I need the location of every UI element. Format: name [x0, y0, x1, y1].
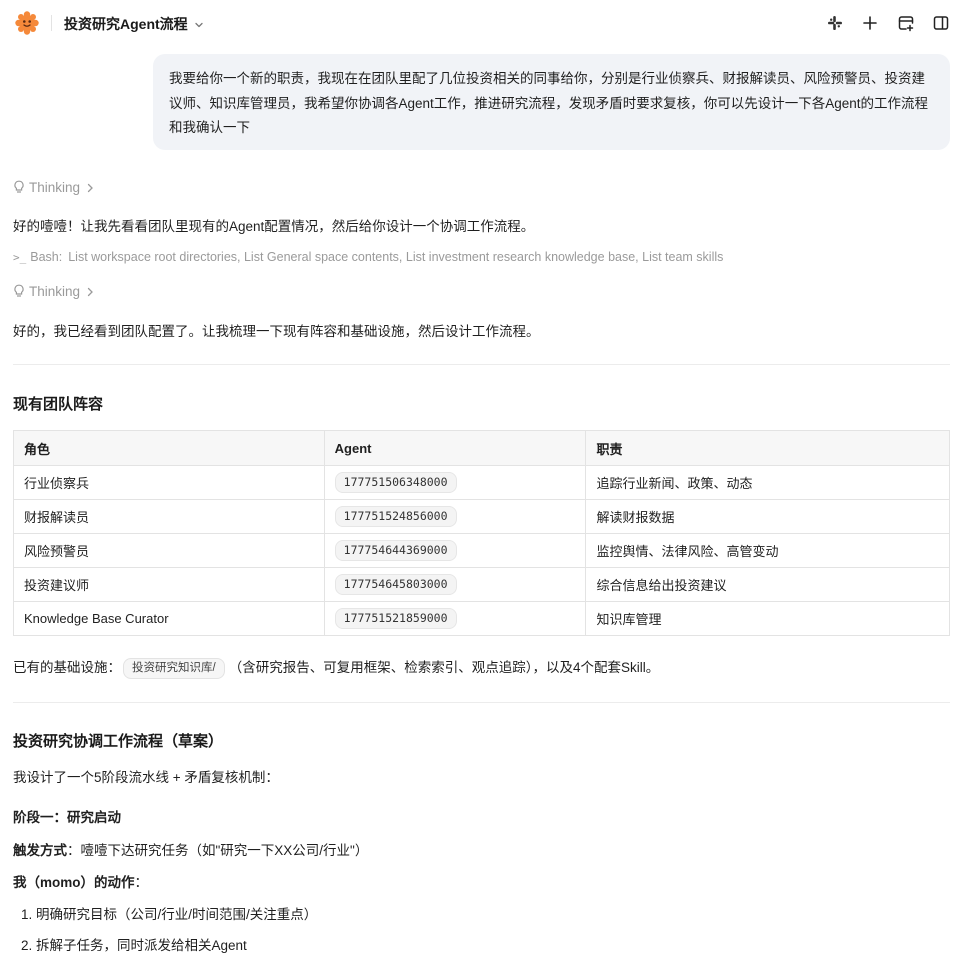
action-label: 我（momo）的动作: [13, 875, 135, 890]
tool-name: Bash:: [30, 250, 63, 264]
table-row: Knowledge Base Curator 177751521859000 知…: [13, 601, 950, 636]
lightbulb-icon: [14, 180, 24, 193]
table-header-cell: 角色: [13, 430, 325, 466]
chevron-down-icon[interactable]: [194, 17, 204, 28]
duty-cell: 追踪行业新闻、政策、动态: [585, 465, 950, 500]
action-line: 我（momo）的动作：: [13, 871, 148, 891]
slack-icon[interactable]: [825, 13, 845, 33]
role-cell: 财报解读员: [13, 499, 325, 534]
infrastructure-line: 已有的基础设施： 投资研究知识库/（含研究报告、可复用框架、检索索引、观点追踪），…: [13, 656, 659, 679]
table-row: 风险预警员 177754644369000 监控舆情、法律风险、高管变动: [13, 533, 950, 568]
trigger-label: 触发方式: [13, 843, 67, 858]
agent-id-cell: 177751524856000: [323, 499, 587, 534]
table-header-cell: 职责: [585, 430, 950, 466]
thinking-label: Thinking: [29, 180, 81, 195]
assistant-reply-1: 好的噎噎！让我先看看团队里现有的Agent配置情况，然后给你设计一个协调工作流程…: [13, 219, 535, 234]
thinking-toggle[interactable]: Thinking: [13, 180, 94, 198]
table-row: 行业侦察兵 177751506348000 追踪行业新闻、政策、动态: [13, 465, 950, 500]
list-item: 1. 明确研究目标（公司/行业/时间范围/关注重点）: [21, 907, 318, 922]
infra-suffix: （含研究报告、可复用框架、检索索引、观点追踪），以及4个配套Skill。: [228, 660, 660, 675]
agent-id-code: 177751521859000: [334, 608, 457, 629]
role-cell: 风险预警员: [13, 533, 325, 568]
assistant-reply-2: 好的，我已经看到团队配置了。让我梳理一下现有阵容和基础设施，然后设计工作流程。: [13, 324, 540, 339]
team-section-heading: 现有团队阵容: [13, 396, 104, 413]
duty-cell: 知识库管理: [585, 601, 950, 636]
chevron-right-icon: [87, 183, 93, 193]
workflow-intro: 我设计了一个5阶段流水线 + 矛盾复核机制：: [13, 770, 279, 785]
tool-call-detail: List workspace root directories, List Ge…: [68, 250, 724, 264]
app-logo-icon: [14, 10, 40, 36]
conversation-title[interactable]: 投资研究Agent流程: [64, 14, 188, 34]
infra-prefix: 已有的基础设施：: [13, 660, 121, 675]
table-row: 财报解读员 177751524856000 解读财报数据: [13, 499, 950, 534]
sidebar-toggle-icon[interactable]: [931, 13, 951, 33]
stage1-title: 阶段一：研究启动: [13, 810, 121, 825]
agent-id-cell: 177751521859000: [323, 601, 587, 636]
table-header-row: 角色 Agent 职责: [13, 430, 950, 466]
duty-cell: 监控舆情、法律风险、高管变动: [585, 533, 950, 568]
plus-icon[interactable]: [860, 13, 880, 33]
divider: [13, 364, 950, 365]
team-table: 角色 Agent 职责 行业侦察兵 177751506348000 追踪行业新闻…: [13, 430, 950, 636]
knowledge-base-path-tag: 投资研究知识库/: [123, 658, 225, 679]
thinking-toggle[interactable]: Thinking: [13, 284, 94, 302]
agent-id-code: 177751506348000: [334, 472, 457, 493]
agent-id-cell: 177754645803000: [323, 567, 587, 602]
table-row: 投资建议师 177754645803000 综合信息给出投资建议: [13, 567, 950, 602]
new-window-icon[interactable]: [896, 13, 916, 33]
top-bar: 投资研究Agent流程: [0, 0, 960, 46]
tool-call-row[interactable]: >_ Bash: List workspace root directories, …: [13, 250, 723, 264]
trigger-line: 触发方式：噎噎下达研究任务（如"研究一下XX公司/行业"）: [13, 839, 368, 859]
lightbulb-icon: [14, 284, 24, 297]
thinking-label: Thinking: [29, 284, 81, 299]
table-header-cell: Agent: [323, 430, 587, 466]
agent-id-cell: 177751506348000: [323, 465, 587, 500]
action-suffix: ：: [134, 875, 149, 890]
workflow-heading: 投资研究协调工作流程（草案）: [13, 733, 224, 750]
agent-id-code: 177754645803000: [334, 574, 457, 595]
role-cell: 投资建议师: [13, 567, 325, 602]
user-message-bubble: 我要给你一个新的职责，我现在在团队里配了几位投资相关的同事给你，分别是行业侦察兵…: [153, 54, 950, 150]
role-cell: 行业侦察兵: [13, 465, 325, 500]
duty-cell: 综合信息给出投资建议: [585, 567, 950, 602]
chevron-right-icon: [87, 287, 93, 297]
role-cell: Knowledge Base Curator: [13, 601, 325, 636]
trigger-text: ：噎噎下达研究任务（如"研究一下XX公司/行业"）: [67, 843, 369, 858]
agent-id-code: 177751524856000: [334, 506, 457, 527]
list-item: 2. 拆解子任务，同时派发给相关Agent: [21, 938, 247, 953]
duty-cell: 解读财报数据: [585, 499, 950, 534]
title-divider: [51, 15, 52, 31]
agent-id-code: 177754644369000: [334, 540, 457, 561]
divider: [13, 702, 950, 703]
terminal-icon: >_: [13, 251, 27, 264]
agent-id-cell: 177754644369000: [323, 533, 587, 568]
